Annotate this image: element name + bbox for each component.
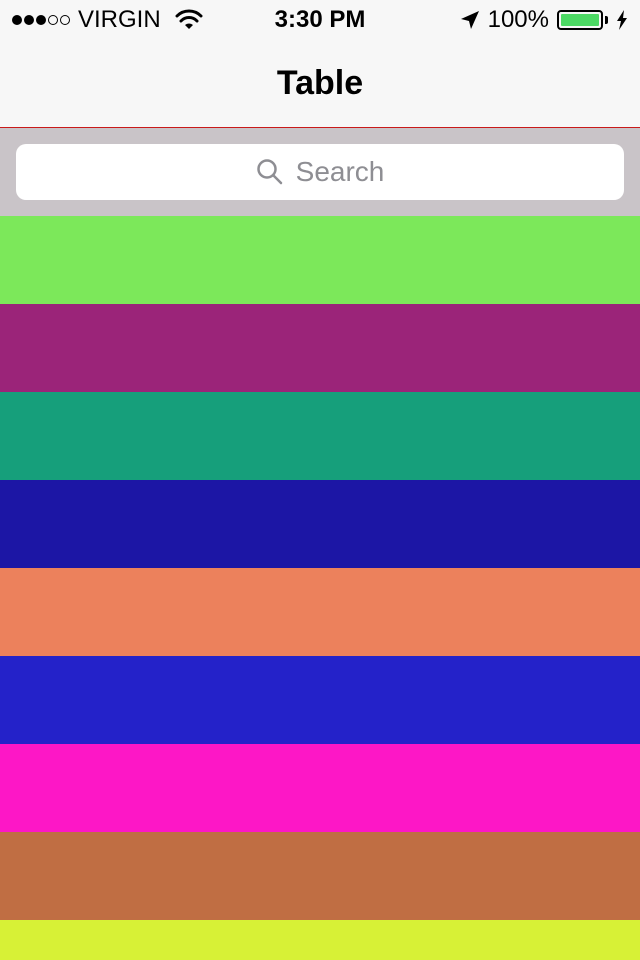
table-view[interactable] (0, 216, 640, 960)
battery-percent: 100% (487, 6, 549, 33)
battery-fill (561, 14, 599, 26)
status-left: VIRGIN (12, 6, 203, 34)
signal-strength-icon (12, 15, 70, 25)
table-row[interactable] (0, 392, 640, 480)
navigation-bar: VIRGIN 3:30 PM 100% Table (0, 0, 640, 128)
signal-dot (36, 15, 46, 25)
signal-dot (60, 15, 70, 25)
table-row[interactable] (0, 920, 640, 960)
signal-dot (48, 15, 58, 25)
carrier-name: VIRGIN (78, 6, 161, 33)
status-bar: VIRGIN 3:30 PM 100% (0, 0, 640, 40)
wifi-icon (175, 9, 203, 29)
charging-bolt-icon (617, 10, 627, 30)
search-input[interactable]: Search (16, 144, 624, 200)
battery-tip (605, 16, 608, 24)
table-row[interactable] (0, 216, 640, 304)
screen: VIRGIN 3:30 PM 100% Table Search (0, 0, 640, 960)
search-icon (256, 159, 282, 185)
table-row[interactable] (0, 568, 640, 656)
status-right: 100% (460, 6, 628, 34)
signal-dot (12, 15, 22, 25)
table-row[interactable] (0, 832, 640, 920)
table-row[interactable] (0, 656, 640, 744)
table-row[interactable] (0, 480, 640, 568)
table-row[interactable] (0, 744, 640, 832)
signal-dot (24, 15, 34, 25)
battery-icon (557, 10, 603, 30)
search-placeholder: Search (295, 156, 385, 187)
table-row[interactable] (0, 304, 640, 392)
location-arrow-icon (460, 11, 479, 29)
search-bar: Search (0, 128, 640, 216)
page-title: Table (276, 64, 364, 102)
